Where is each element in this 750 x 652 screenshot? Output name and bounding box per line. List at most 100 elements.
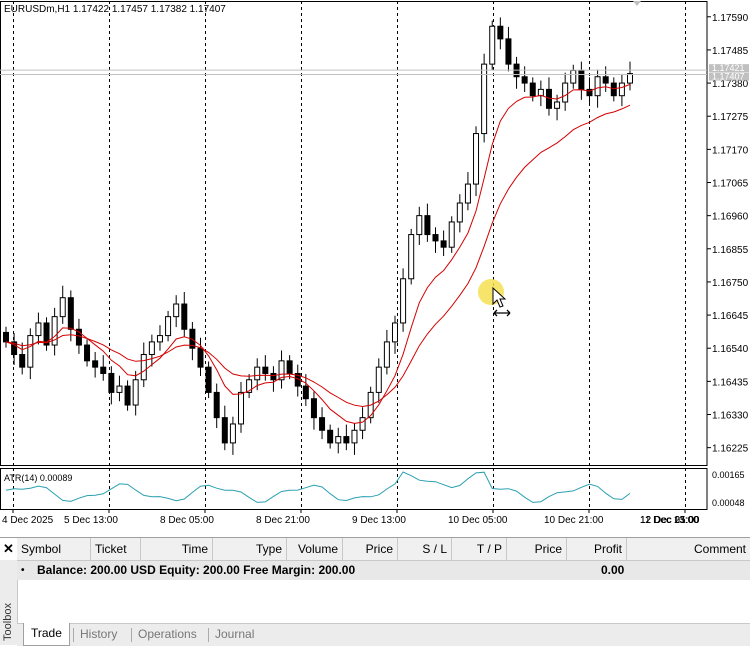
- price-axis-label: 1.16960: [712, 212, 749, 223]
- balance-text: Balance: 200.00 USD Equity: 200.00 Free …: [37, 563, 356, 577]
- candle-body: [497, 25, 504, 40]
- time-axis-label: 12 Dec 21:00: [640, 515, 700, 526]
- candle-body: [132, 379, 139, 406]
- col-comment[interactable]: Comment: [627, 538, 750, 560]
- price-axis-label: 1.17485: [712, 46, 749, 57]
- candle-body: [521, 76, 528, 84]
- price-axis-label: 1.16540: [712, 344, 749, 355]
- toolbox-panel: ✕ Toolbox Symbol Ticket Time Type Volume…: [0, 537, 750, 646]
- candle-body: [391, 322, 398, 343]
- candle-body: [310, 398, 317, 419]
- chart-title: EURUSDm,H1 1.17422 1.17457 1.17382 1.174…: [4, 4, 226, 15]
- col-type[interactable]: Type: [213, 538, 287, 560]
- candle-body: [3, 331, 9, 343]
- candle-body: [229, 423, 236, 444]
- tab-trade[interactable]: Trade: [23, 623, 70, 646]
- candle-body: [140, 354, 147, 381]
- tab-history[interactable]: History: [73, 624, 124, 645]
- candle-body: [148, 341, 155, 356]
- candle-body: [456, 202, 463, 223]
- candle-body: [59, 297, 66, 318]
- candle-body: [19, 354, 26, 368]
- toolbox-tabs: Trade History Operations Journal: [17, 623, 750, 646]
- time-axis-label: 10 Dec 05:00: [448, 515, 508, 526]
- candle-body: [35, 322, 42, 337]
- candle-body: [359, 417, 366, 431]
- candle-body: [375, 366, 382, 393]
- candle-body: [302, 385, 309, 400]
- price-axis-label: 1.17275: [712, 112, 749, 123]
- candle-body: [327, 429, 334, 444]
- col-time[interactable]: Time: [141, 538, 213, 560]
- col-profit[interactable]: Profit: [567, 538, 627, 560]
- candle-body: [92, 360, 99, 368]
- candle-body: [124, 385, 131, 406]
- col-symbol[interactable]: Symbol: [17, 538, 91, 560]
- col-tp[interactable]: T / P: [452, 538, 507, 560]
- candle-body: [108, 372, 115, 393]
- main-panel-border: [0, 1, 708, 466]
- candle-body: [602, 76, 609, 84]
- candle-body: [238, 391, 245, 425]
- toolbox-label: Toolbox: [2, 603, 14, 641]
- candle-body: [554, 101, 561, 109]
- candle-body: [84, 344, 91, 362]
- tab-operations[interactable]: Operations: [131, 624, 204, 645]
- candle-body: [270, 372, 277, 381]
- price-axis-label: 1.17170: [712, 145, 749, 156]
- candle-body: [173, 303, 180, 318]
- candle-body: [610, 82, 617, 97]
- price-axis-label: 1.17065: [712, 178, 749, 189]
- candle-body: [100, 366, 107, 374]
- col-ticket[interactable]: Ticket: [91, 538, 141, 560]
- time-axis-label: 8 Dec 05:00: [160, 515, 214, 526]
- price-axis-label: 1.16645: [712, 311, 749, 322]
- candle-body: [440, 240, 447, 248]
- candle-body: [335, 436, 342, 444]
- time-axis-label: 10 Dec 21:00: [544, 515, 604, 526]
- balance-bullet-icon: •: [21, 565, 25, 576]
- candle-body: [343, 436, 350, 444]
- candle-body: [213, 391, 220, 419]
- col-sl[interactable]: S / L: [398, 538, 452, 560]
- candle-body: [286, 360, 293, 374]
- candle-body: [448, 221, 455, 248]
- candle-body: [319, 417, 326, 431]
- trade-table-header: Symbol Ticket Time Type Volume Price S /…: [17, 538, 750, 561]
- time-axis-label: 8 Dec 21:00: [256, 515, 310, 526]
- candle-body: [221, 417, 228, 444]
- candle-body: [262, 366, 269, 374]
- col-current-price[interactable]: Price: [507, 538, 567, 560]
- candle-body: [27, 335, 34, 368]
- price-axis-label: 1.16855: [712, 245, 749, 256]
- close-icon[interactable]: ✕: [0, 538, 17, 560]
- indicator-axis-label: 0.00048: [712, 498, 745, 508]
- tab-journal[interactable]: Journal: [208, 624, 261, 645]
- indicator-title: ATR(14) 0.00089: [4, 473, 72, 483]
- col-volume[interactable]: Volume: [287, 538, 343, 560]
- candle-body: [197, 347, 204, 368]
- candle-body: [254, 366, 261, 381]
- time-axis-label: 4 Dec 2025: [2, 515, 54, 526]
- price-axis-label: 1.17590: [712, 13, 749, 24]
- candle-body: [489, 25, 496, 65]
- chart-area[interactable]: 1.17590 1.17485 1.17380 1.17275 1.17170 1.170…: [0, 0, 750, 537]
- candle-body: [578, 69, 585, 90]
- candle-body: [529, 82, 536, 97]
- balance-profit: 0.00: [601, 563, 625, 577]
- candle-body: [464, 183, 471, 204]
- candle-body: [505, 38, 512, 65]
- balance-row[interactable]: • Balance: 200.00 USD Equity: 200.00 Fre…: [17, 561, 750, 580]
- price-chart[interactable]: 1.175901.174851.173801.172751.171701.170…: [0, 0, 750, 537]
- candle-body: [537, 88, 544, 97]
- candle-body: [116, 385, 123, 393]
- candle-body: [424, 215, 431, 236]
- candle-body: [156, 335, 163, 343]
- price-axis-label: 1.16330: [712, 410, 749, 421]
- col-price[interactable]: Price: [343, 538, 398, 560]
- candle-body: [562, 82, 569, 103]
- price-axis-label: 1.16750: [712, 278, 749, 289]
- candle-body: [473, 133, 480, 185]
- indicator-axis-label: 0.00165: [712, 470, 745, 480]
- candle-body: [351, 429, 358, 444]
